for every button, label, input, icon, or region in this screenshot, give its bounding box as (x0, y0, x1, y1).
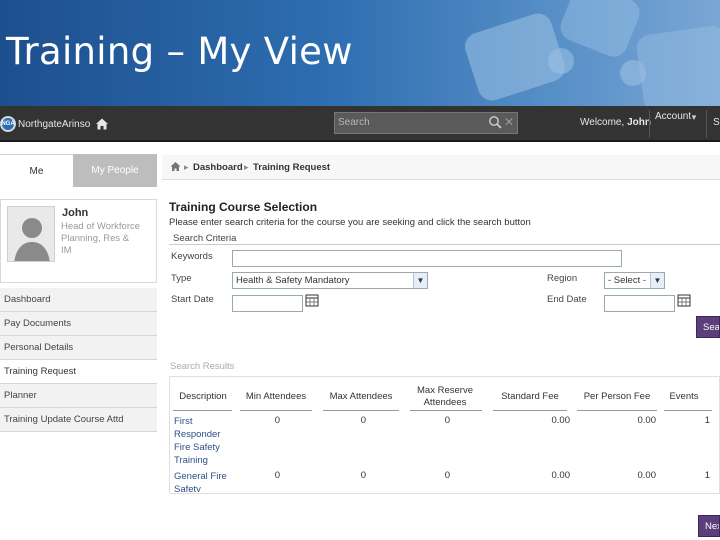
type-select[interactable]: Health & Safety Mandatory ▼ (232, 272, 428, 289)
start-date-input[interactable] (232, 295, 303, 312)
chevron-down-icon[interactable]: ▼ (413, 273, 427, 288)
avatar (7, 206, 55, 262)
course-link[interactable]: General Fire Safety (174, 470, 234, 492)
cell-events: 1 (704, 415, 710, 426)
sidebar-item-training-request[interactable]: Training Request (0, 360, 157, 384)
profile-name: John (62, 207, 89, 219)
header-underline (664, 410, 712, 411)
welcome-text: Welcome, John (580, 117, 651, 128)
sidebar-item-training-update[interactable]: Training Update Course Attd (0, 408, 157, 432)
start-date-label: Start Date (171, 294, 214, 305)
puzzle-knob-decoration (620, 60, 646, 86)
cell-standard-fee: 0.00 (551, 470, 571, 481)
course-link[interactable]: First Responder Fire Safety Training (174, 415, 234, 467)
column-header-min-attendees: Min Attendees (245, 391, 307, 402)
home-icon[interactable] (170, 161, 181, 172)
chevron-down-icon[interactable]: ▼ (650, 273, 664, 288)
cell-max-attendees: 0 (360, 470, 366, 481)
search-button[interactable]: Search (696, 316, 720, 338)
type-label: Type (171, 273, 192, 284)
column-header-standard-fee: Standard Fee (501, 391, 559, 402)
cell-min-attendees: 0 (274, 415, 280, 426)
cell-max-attendees: 0 (360, 415, 366, 426)
form-instructions: Please enter search criteria for the cou… (169, 217, 531, 228)
header-underline (410, 410, 482, 411)
header-underline (240, 410, 312, 411)
region-select[interactable]: - Select - ▼ (604, 272, 665, 289)
end-date-label: End Date (547, 294, 587, 305)
breadcrumb-dashboard[interactable]: Dashboard (193, 162, 243, 173)
slide-header: Training – My View (0, 0, 720, 106)
breadcrumb-separator: ▸ (184, 162, 189, 172)
sidebar-item-personal-details[interactable]: Personal Details (0, 336, 157, 360)
keywords-input[interactable] (232, 250, 622, 267)
user-silhouette-icon (8, 207, 54, 261)
cell-min-attendees: 0 (274, 470, 280, 481)
account-menu[interactable]: Account (655, 111, 691, 122)
header-underline (173, 410, 232, 411)
calendar-icon[interactable] (305, 293, 319, 307)
logo-badge: NGA (0, 116, 16, 132)
slide-title: Training – My View (6, 30, 353, 73)
calendar-icon[interactable] (677, 293, 691, 307)
home-icon[interactable] (95, 117, 109, 131)
cell-max-reserve: 0 (444, 415, 450, 426)
form-title: Training Course Selection (169, 200, 318, 214)
search-criteria-label: Search Criteria (173, 233, 237, 244)
logo-text: NorthgateArinso (18, 118, 91, 130)
profile-role: Head of Workforce Planning, Res & IM (61, 221, 141, 256)
divider (706, 110, 707, 138)
clear-search-icon[interactable]: ✕ (504, 115, 516, 129)
cell-events: 1 (704, 470, 710, 481)
breadcrumb-separator: ▸ (244, 162, 249, 172)
chevron-down-icon[interactable]: ▼ (690, 113, 698, 122)
sidebar-nav: Dashboard Pay Documents Personal Details… (0, 288, 157, 432)
search-icon[interactable] (488, 115, 502, 129)
type-select-value: Health & Safety Mandatory (236, 275, 350, 286)
search-results-heading: Search Results (170, 361, 235, 372)
cell-max-reserve: 0 (444, 470, 450, 481)
sidebar-item-planner[interactable]: Planner (0, 384, 157, 408)
search-criteria-header: Search Criteria (169, 231, 720, 245)
search-input[interactable] (336, 114, 486, 131)
end-date-input[interactable] (604, 295, 675, 312)
region-label: Region (547, 273, 578, 284)
company-logo[interactable]: NGA NorthgateArinso (0, 115, 90, 133)
topbar-extra-item[interactable]: S (713, 117, 720, 128)
region-select-value: - Select - (608, 275, 647, 286)
header-underline (323, 410, 399, 411)
cell-per-person-fee: 0.00 (637, 470, 657, 481)
cell-standard-fee: 0.00 (551, 415, 571, 426)
sidebar-item-dashboard[interactable]: Dashboard (0, 288, 157, 312)
puzzle-piece-decoration (634, 24, 720, 106)
divider (649, 110, 650, 138)
tab-my-people[interactable]: My People (73, 154, 157, 187)
next-button[interactable]: Next (698, 515, 720, 537)
welcome-name: John (627, 117, 651, 128)
tab-me[interactable]: Me (0, 154, 73, 187)
puzzle-knob-decoration (548, 48, 574, 74)
column-header-max-attendees: Max Attendees (329, 391, 393, 402)
column-header-events: Events (669, 391, 699, 402)
header-underline (493, 410, 567, 411)
column-header-description: Description (179, 391, 227, 402)
welcome-prefix: Welcome, (580, 117, 628, 128)
breadcrumb-training-request: Training Request (253, 162, 331, 173)
column-header-max-reserve-attendees: Max Reserve Attendees (417, 385, 473, 408)
sidebar-item-pay-documents[interactable]: Pay Documents (0, 312, 157, 336)
column-header-per-person-fee: Per Person Fee (583, 391, 651, 402)
header-underline (577, 410, 657, 411)
keywords-label: Keywords (171, 251, 213, 262)
cell-per-person-fee: 0.00 (637, 415, 657, 426)
